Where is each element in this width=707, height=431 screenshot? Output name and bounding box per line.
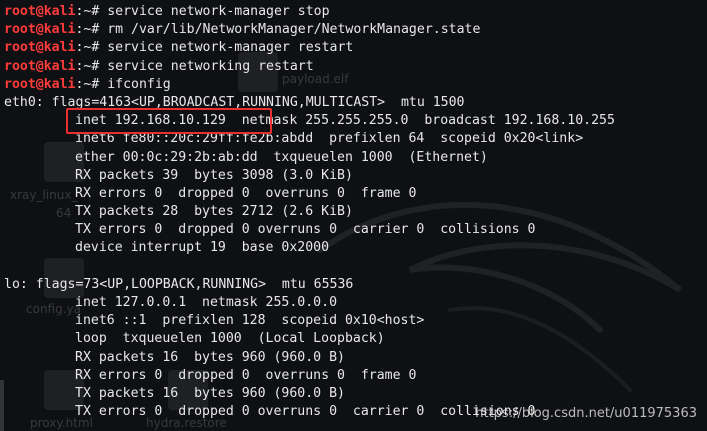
prompt-path: :~#	[75, 76, 108, 92]
prompt-user-host: root@kali	[4, 76, 76, 92]
eth0-ether: ether 00:0c:29:2b:ab:dd txqueuelen 1000 …	[75, 149, 488, 165]
terminal-output[interactable]: root@kali:~# service network-manager sto…	[4, 3, 707, 421]
lo-inet: inet 127.0.0.1 netmask 255.0.0.0	[75, 295, 338, 310]
prompt-user-host: root@kali	[4, 22, 76, 38]
eth0-tx-errors: TX errors 0 dropped 0 overruns 0 carrier…	[75, 222, 536, 238]
eth0-tx-packets: TX packets 28 bytes 2712 (2.6 KiB)	[75, 204, 353, 220]
prompt-user-host: root@kali	[4, 40, 76, 56]
command-text: service network-manager stop	[107, 4, 330, 19]
command-line: root@kali:~# rm /var/lib/NetworkManager/…	[4, 21, 707, 39]
output-line: TX packets 28 bytes 2712 (2.6 KiB)	[4, 203, 707, 221]
output-line: loop txqueuelen 1000 (Local Loopback)	[4, 330, 707, 348]
output-line: inet6 ::1 prefixlen 128 scopeid 0x10<hos…	[4, 312, 707, 330]
command-text: service network-manager restart	[107, 40, 354, 56]
eth0-rx-errors: RX errors 0 dropped 0 overruns 0 frame 0	[75, 185, 417, 201]
lo-inet6: inet6 ::1 prefixlen 128 scopeid 0x10<hos…	[75, 313, 425, 329]
eth0-device: device interrupt 19 base 0x2000	[75, 240, 330, 256]
lo-header: lo: flags=73<UP,LOOPBACK,RUNNING> mtu 65…	[4, 276, 354, 292]
command-text: rm /var/lib/NetworkManager/NetworkManage…	[107, 22, 481, 38]
output-line: device interrupt 19 base 0x2000	[4, 239, 707, 257]
prompt-path: :~#	[75, 40, 108, 56]
prompt-user-host: root@kali	[4, 4, 76, 19]
output-line: ether 00:0c:29:2b:ab:dd txqueuelen 1000 …	[4, 149, 707, 167]
terminal-window[interactable]: payload.elf xray_linux_ 64 config.ya pro…	[0, 0, 707, 431]
lo-rx-packets: RX packets 16 bytes 960 (960.0 B)	[75, 349, 345, 365]
prompt-path: :~#	[75, 4, 108, 19]
eth0-rx-packets: RX packets 39 bytes 3098 (3.0 KiB)	[75, 167, 353, 183]
command-text: ifconfig	[107, 76, 171, 92]
prompt-path: :~#	[75, 58, 108, 74]
command-line: root@kali:~# service networking restart	[4, 58, 707, 76]
command-line: root@kali:~# ifconfig	[4, 76, 707, 94]
output-line: TX packets 16 bytes 960 (960.0 B)	[4, 385, 707, 403]
output-line: RX packets 16 bytes 960 (960.0 B)	[4, 349, 707, 367]
output-line: TX errors 0 dropped 0 overruns 0 carrier…	[4, 221, 707, 239]
command-line: root@kali:~# service network-manager res…	[4, 39, 707, 57]
output-line: RX errors 0 dropped 0 overruns 0 frame 0	[4, 367, 707, 385]
prompt-user-host: root@kali	[4, 58, 76, 74]
command-text: service networking restart	[107, 58, 314, 74]
lo-rx-errors: RX errors 0 dropped 0 overruns 0 frame 0	[75, 367, 417, 383]
command-line: root@kali:~# service network-manager sto…	[4, 3, 707, 21]
lo-tx-errors: TX errors 0 dropped 0 overruns 0 carrier…	[75, 404, 536, 420]
watermark-url: https://blog.csdn.net/u011975363	[475, 406, 697, 421]
output-line: inet 127.0.0.1 netmask 255.0.0.0	[4, 294, 707, 312]
lo-loop: loop txqueuelen 1000 (Local Loopback)	[75, 331, 385, 347]
lo-tx-packets: TX packets 16 bytes 960 (960.0 B)	[75, 385, 345, 401]
output-line: RX packets 39 bytes 3098 (3.0 KiB)	[4, 167, 707, 185]
ip-highlight-box	[66, 108, 272, 134]
output-line: RX errors 0 dropped 0 overruns 0 frame 0	[4, 185, 707, 203]
prompt-path: :~#	[75, 22, 108, 38]
